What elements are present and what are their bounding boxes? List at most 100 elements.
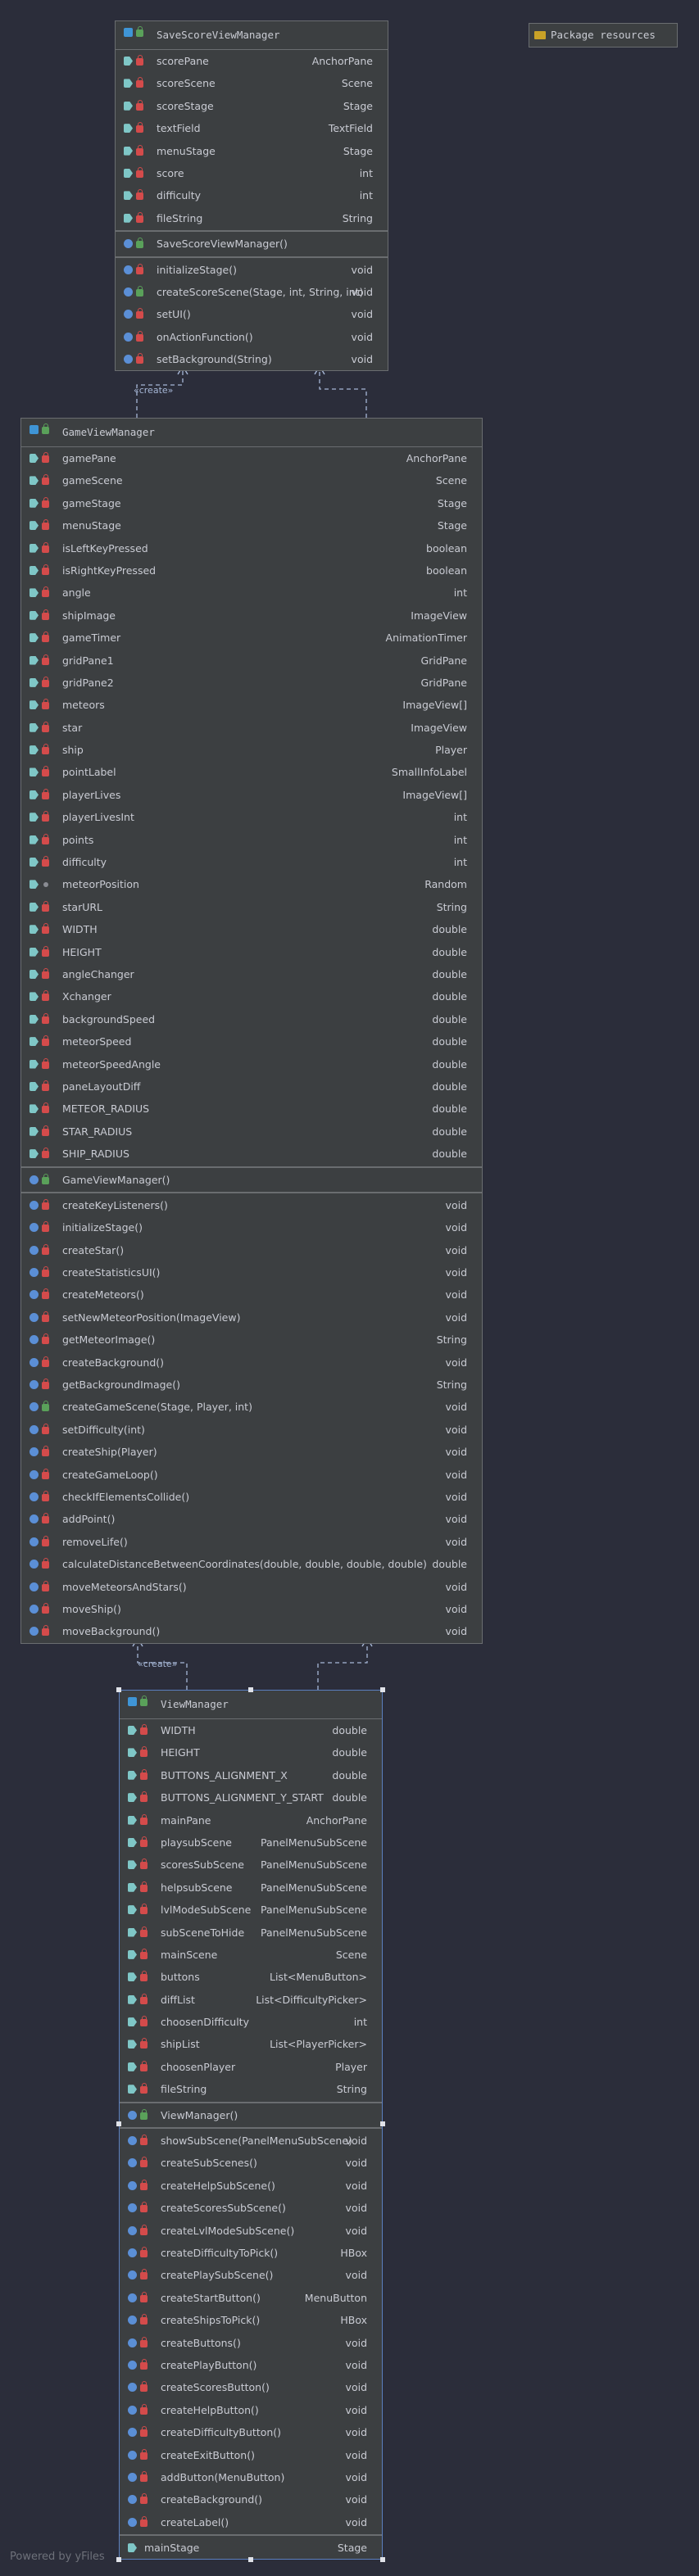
- method-row[interactable]: initializeStage() void: [116, 259, 388, 281]
- field-row[interactable]: helpsubScene PanelMenuSubScene: [120, 1877, 382, 1899]
- method-row[interactable]: createKeyListeners() void: [21, 1194, 482, 1216]
- method-row[interactable]: createHelpButton() void: [120, 2399, 382, 2421]
- method-row[interactable]: createStar() void: [21, 1239, 482, 1261]
- method-row[interactable]: initializeStage() void: [21, 1216, 482, 1238]
- method-row[interactable]: setNewMeteorPosition(ImageView) void: [21, 1306, 482, 1329]
- method-row[interactable]: createBackground() void: [120, 2488, 382, 2510]
- field-row[interactable]: fileString String: [120, 2078, 382, 2100]
- field-row[interactable]: meteorPosition Random: [21, 873, 482, 895]
- method-row[interactable]: setUI() void: [116, 303, 388, 325]
- method-row[interactable]: setBackground(String) void: [116, 348, 388, 370]
- class-node-viewmanager[interactable]: ViewManager WIDTH double HEIGHT double BUTTON…: [119, 1690, 383, 2560]
- field-row[interactable]: playerLivesInt int: [21, 806, 482, 828]
- resize-handle[interactable]: [380, 2121, 385, 2126]
- method-row[interactable]: createPlaySubScene() void: [120, 2264, 382, 2286]
- field-row[interactable]: scoreScene Scene: [116, 72, 388, 94]
- field-row[interactable]: Xchanger double: [21, 985, 482, 1007]
- method-row[interactable]: checkIfElementsCollide() void: [21, 1486, 482, 1508]
- field-row[interactable]: BUTTONS_ALIGNMENT_Y_START double: [120, 1786, 382, 1809]
- field-row[interactable]: BUTTONS_ALIGNMENT_X double: [120, 1764, 382, 1786]
- method-row[interactable]: onActionFunction() void: [116, 326, 388, 348]
- resize-handle[interactable]: [116, 2557, 121, 2562]
- method-row[interactable]: createDifficultyButton() void: [120, 2421, 382, 2443]
- field-row[interactable]: backgroundSpeed double: [21, 1008, 482, 1030]
- constructor-row[interactable]: SaveScoreViewManager(): [116, 233, 388, 255]
- field-row[interactable]: textField TextField: [116, 117, 388, 139]
- method-row[interactable]: calculateDistanceBetweenCoordinates(doub…: [21, 1553, 482, 1575]
- field-row[interactable]: pointLabel SmallInfoLabel: [21, 761, 482, 783]
- method-row[interactable]: createScoreScene(Stage, int, String, int…: [116, 281, 388, 303]
- method-row[interactable]: createScoresButton() void: [120, 2376, 382, 2398]
- method-row[interactable]: setDifficulty(int) void: [21, 1419, 482, 1441]
- resize-handle[interactable]: [380, 2557, 385, 2562]
- method-row[interactable]: createShipsToPick() HBox: [120, 2309, 382, 2331]
- method-row[interactable]: createScoresSubScene() void: [120, 2197, 382, 2219]
- method-row[interactable]: getMeteorImage() String: [21, 1329, 482, 1351]
- method-row[interactable]: addPoint() void: [21, 1508, 482, 1530]
- class-node-savescoreviewmanager[interactable]: SaveScoreViewManager scorePane AnchorPane s…: [115, 20, 388, 372]
- field-row[interactable]: scoreStage Stage: [116, 95, 388, 117]
- field-row[interactable]: gameStage Stage: [21, 492, 482, 514]
- field-row[interactable]: playsubScene PanelMenuSubScene: [120, 1831, 382, 1854]
- field-row[interactable]: gameScene Scene: [21, 469, 482, 491]
- method-row[interactable]: createStatisticsUI() void: [21, 1261, 482, 1283]
- field-row[interactable]: fileString String: [116, 207, 388, 229]
- field-row[interactable]: starURL String: [21, 896, 482, 918]
- field-row[interactable]: gameTimer AnimationTimer: [21, 627, 482, 649]
- method-row[interactable]: createGameScene(Stage, Player, int) void: [21, 1396, 482, 1418]
- field-row[interactable]: isRightKeyPressed boolean: [21, 559, 482, 582]
- field-row[interactable]: choosenPlayer Player: [120, 2056, 382, 2078]
- field-row[interactable]: ship Player: [21, 739, 482, 761]
- field-row[interactable]: shipImage ImageView: [21, 604, 482, 627]
- method-row[interactable]: createGameLoop() void: [21, 1464, 482, 1486]
- method-row[interactable]: createDifficultyToPick() HBox: [120, 2242, 382, 2264]
- field-row[interactable]: subSceneToHide PanelMenuSubScene: [120, 1922, 382, 1944]
- resize-handle[interactable]: [248, 1687, 253, 1692]
- field-row[interactable]: meteorSpeedAngle double: [21, 1053, 482, 1075]
- field-row[interactable]: angleChanger double: [21, 963, 482, 985]
- field-row[interactable]: scorePane AnchorPane: [116, 50, 388, 72]
- method-row[interactable]: createSubScenes() void: [120, 2152, 382, 2174]
- method-row[interactable]: moveMeteorsAndStars() void: [21, 1576, 482, 1598]
- constructor-row[interactable]: GameViewManager(): [21, 1169, 482, 1191]
- method-row[interactable]: addButton(MenuButton) void: [120, 2466, 382, 2488]
- method-row[interactable]: createBackground() void: [21, 1351, 482, 1374]
- field-row[interactable]: isLeftKeyPressed boolean: [21, 537, 482, 559]
- field-row[interactable]: WIDTH double: [21, 918, 482, 940]
- field-row[interactable]: SHIP_RADIUS double: [21, 1143, 482, 1165]
- field-row[interactable]: STAR_RADIUS double: [21, 1120, 482, 1143]
- field-row[interactable]: diffList List<DifficultyPicker>: [120, 1989, 382, 2011]
- method-row[interactable]: getBackgroundImage() String: [21, 1374, 482, 1396]
- field-row[interactable]: meteorSpeed double: [21, 1030, 482, 1053]
- field-row[interactable]: meteors ImageView[]: [21, 694, 482, 716]
- method-row[interactable]: createExitButton() void: [120, 2444, 382, 2466]
- field-row[interactable]: HEIGHT double: [21, 941, 482, 963]
- field-row[interactable]: difficulty int: [21, 851, 482, 873]
- field-row[interactable]: scoresSubScene PanelMenuSubScene: [120, 1854, 382, 1876]
- field-row[interactable]: points int: [21, 829, 482, 851]
- field-row[interactable]: HEIGHT double: [120, 1741, 382, 1763]
- field-row[interactable]: METEOR_RADIUS double: [21, 1098, 482, 1120]
- field-row[interactable]: buttons List<MenuButton>: [120, 1966, 382, 1988]
- field-row[interactable]: menuStage Stage: [116, 140, 388, 162]
- method-row[interactable]: moveBackground() void: [21, 1620, 482, 1642]
- class-node-gameviewmanager[interactable]: GameViewManager gamePane AnchorPane gameSce…: [20, 418, 483, 1644]
- field-row[interactable]: lvlModeSubScene PanelMenuSubScene: [120, 1899, 382, 1921]
- field-row[interactable]: WIDTH double: [120, 1719, 382, 1741]
- field-row[interactable]: star ImageView: [21, 717, 482, 739]
- field-row[interactable]: shipList List<PlayerPicker>: [120, 2033, 382, 2055]
- resize-handle[interactable]: [248, 2557, 253, 2562]
- method-row[interactable]: showSubScene(PanelMenuSubScene) void: [120, 2130, 382, 2152]
- method-row[interactable]: createStartButton() MenuButton: [120, 2287, 382, 2309]
- field-row[interactable]: mainPane AnchorPane: [120, 1809, 382, 1831]
- field-row[interactable]: menuStage Stage: [21, 514, 482, 536]
- field-row[interactable]: difficulty int: [116, 184, 388, 206]
- resize-handle[interactable]: [380, 1687, 385, 1692]
- field-row[interactable]: paneLayoutDiff double: [21, 1075, 482, 1098]
- package-resources-node[interactable]: Package resources: [529, 23, 678, 48]
- method-row[interactable]: removeLife() void: [21, 1531, 482, 1553]
- constructor-row[interactable]: ViewManager(): [120, 2104, 382, 2126]
- property-row[interactable]: mainStage Stage: [120, 2537, 382, 2559]
- method-row[interactable]: createShip(Player) void: [21, 1441, 482, 1463]
- resize-handle[interactable]: [116, 2121, 121, 2126]
